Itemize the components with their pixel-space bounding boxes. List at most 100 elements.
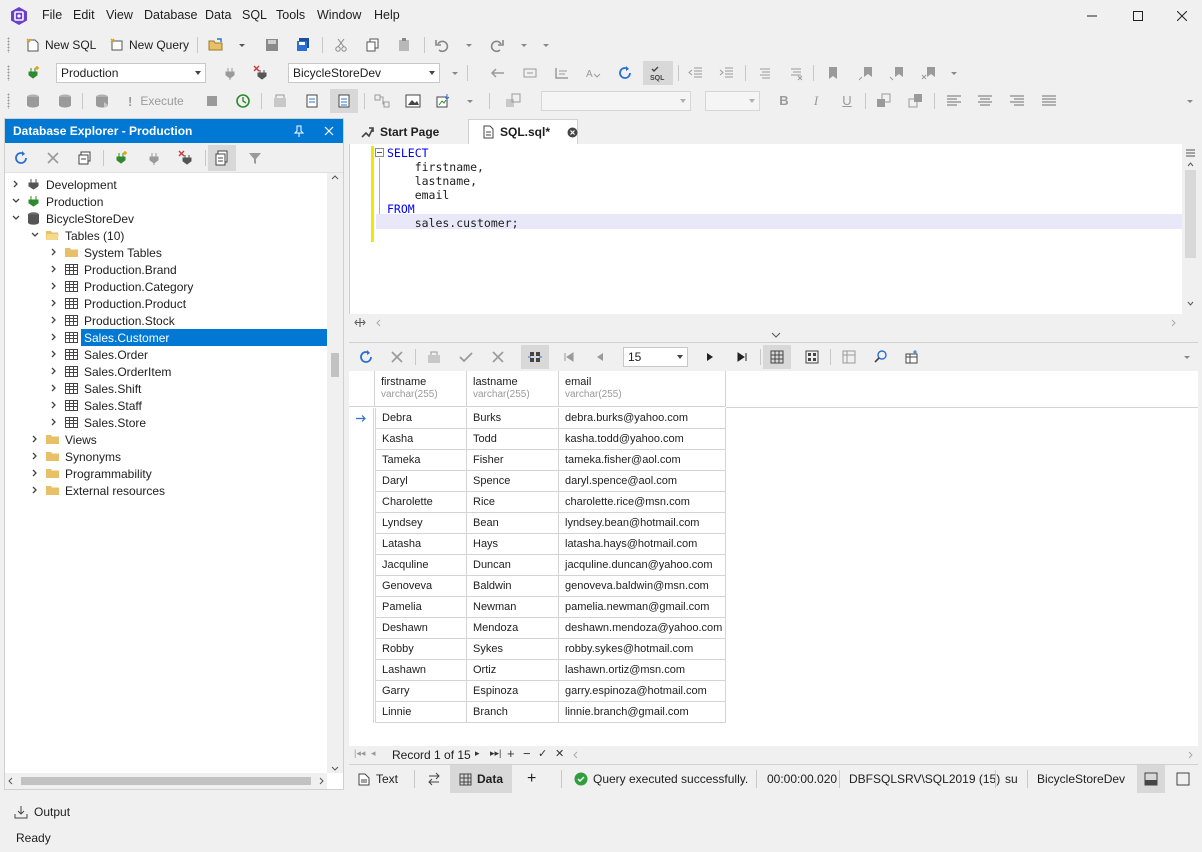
underline-icon[interactable]: U [839, 93, 855, 109]
pin-icon[interactable] [293, 125, 305, 137]
comment-icon[interactable] [757, 65, 773, 81]
grid-cell[interactable]: genoveva.baldwin@msn.com [559, 576, 726, 597]
grid-cell[interactable]: Branch [467, 702, 559, 723]
paginate-icon[interactable] [521, 345, 549, 369]
bold-icon[interactable]: B [776, 93, 792, 109]
chevron-right-icon[interactable] [50, 299, 58, 307]
add-tab-icon[interactable]: + [527, 765, 536, 793]
tab-start-page[interactable]: Start Page [348, 119, 466, 144]
chevron-right-icon[interactable] [50, 248, 58, 256]
chevron-down-icon[interactable] [12, 197, 20, 205]
connect-icon[interactable] [222, 65, 238, 81]
execution-history-icon[interactable] [235, 93, 251, 109]
grid-cell[interactable]: Burks [467, 408, 559, 429]
save-icon[interactable] [264, 37, 280, 53]
chevron-right-icon[interactable] [50, 384, 58, 392]
first-page-icon[interactable] [561, 349, 577, 365]
new-connection-icon[interactable] [25, 65, 41, 81]
refresh-data-icon[interactable] [358, 349, 374, 365]
grid-cell[interactable]: deshawn.mendoza@yahoo.com [559, 618, 726, 639]
previous-page-icon[interactable] [592, 349, 608, 365]
execute-button[interactable]: ! Execute [128, 91, 184, 111]
menu-database[interactable]: Database [144, 8, 198, 22]
tree-node[interactable]: Tables (10) [5, 227, 327, 244]
disconnect-icon[interactable] [253, 65, 269, 81]
next-bookmark-icon[interactable] [889, 65, 905, 81]
grid-cell[interactable]: jacquline.duncan@yahoo.com [559, 555, 726, 576]
toolbar-overflow-icon[interactable] [542, 37, 552, 53]
toolbar-grip[interactable] [7, 65, 10, 81]
chevron-down-icon[interactable] [12, 214, 20, 222]
stop-icon[interactable] [204, 93, 220, 109]
refresh-icon[interactable] [617, 65, 633, 81]
grid-cell[interactable]: robby.sykes@hotmail.com [559, 639, 726, 660]
toolbar-overflow-icon[interactable] [1183, 349, 1193, 365]
redo-icon[interactable] [489, 37, 505, 53]
text-view-tab[interactable]: Text [357, 765, 398, 793]
grid-cell[interactable]: Hays [467, 534, 559, 555]
row-indicator[interactable] [349, 702, 374, 723]
chevron-right-icon[interactable] [50, 401, 58, 409]
justify-icon[interactable] [1041, 93, 1057, 109]
close-window-button[interactable] [1162, 4, 1202, 28]
align-left-icon[interactable] [946, 93, 962, 109]
next-record-icon[interactable]: ▸ [475, 748, 480, 759]
maximize-button[interactable] [1118, 4, 1158, 28]
menu-file[interactable]: File [42, 8, 62, 22]
grid-cell[interactable]: lyndsey.bean@hotmail.com [559, 513, 726, 534]
bookmark-icon[interactable] [825, 65, 841, 81]
results-grid-toggle-icon[interactable] [330, 89, 358, 113]
grid-cell[interactable]: latasha.hays@hotmail.com [559, 534, 726, 555]
chevron-right-icon[interactable] [50, 282, 58, 290]
grid-cell[interactable]: Kasha [375, 429, 467, 450]
data-compare-icon[interactable] [505, 93, 521, 109]
layout-full-icon[interactable] [1174, 765, 1192, 793]
italic-icon[interactable]: I [808, 93, 824, 109]
query-profiler-icon[interactable] [304, 93, 320, 109]
grid-cell[interactable]: garry.espinoza@hotmail.com [559, 681, 726, 702]
align-right-icon[interactable] [1009, 93, 1025, 109]
grid-cell[interactable]: Mendoza [467, 618, 559, 639]
tree-node[interactable]: Sales.Shift [5, 380, 327, 397]
grid-cell[interactable]: Linnie [375, 702, 467, 723]
grid-cell[interactable]: Robby [375, 639, 467, 660]
layout-bottom-icon[interactable] [1137, 765, 1165, 793]
sql-mode-icon[interactable]: SQL [643, 61, 673, 85]
grid-cell[interactable]: charolette.rice@msn.com [559, 492, 726, 513]
menu-edit[interactable]: Edit [73, 8, 95, 22]
data-view-tab[interactable]: Data [450, 765, 512, 793]
undo-icon[interactable] [434, 37, 450, 53]
query-builder-icon[interactable] [374, 93, 390, 109]
cancel-record-icon[interactable]: ✕ [555, 747, 564, 760]
card-view-icon[interactable] [804, 349, 820, 365]
menu-data[interactable]: Data [205, 8, 231, 22]
row-indicator[interactable] [349, 681, 374, 702]
open-file-icon[interactable] [208, 37, 224, 53]
tree-node[interactable]: Development [5, 176, 327, 193]
insert-snippet-icon[interactable] [490, 65, 506, 81]
go-to-definition-icon[interactable] [522, 65, 538, 81]
chevron-right-icon[interactable] [50, 367, 58, 375]
disconnect-icon[interactable] [178, 150, 194, 166]
chevron-right-icon[interactable] [12, 180, 20, 188]
menu-sql[interactable]: SQL [242, 8, 267, 22]
grid-cell[interactable]: pamelia.newman@gmail.com [559, 597, 726, 618]
row-indicator[interactable] [349, 429, 374, 450]
execute-to-cursor-icon[interactable] [57, 93, 73, 109]
splitter-chevron-icon[interactable] [771, 332, 781, 340]
chevron-right-icon[interactable] [50, 350, 58, 358]
cut-icon[interactable] [333, 37, 349, 53]
last-record-icon[interactable]: ▸▸| [490, 748, 501, 759]
column-header-lastname[interactable]: lastname varchar(255) [467, 371, 559, 407]
align-center-icon[interactable] [977, 93, 993, 109]
tree-node[interactable]: Production [5, 193, 327, 210]
code-fold-icon[interactable] [375, 148, 384, 157]
save-all-icon[interactable] [295, 37, 311, 53]
save-record-icon[interactable]: ✓ [538, 747, 547, 760]
filter-icon[interactable] [247, 150, 263, 166]
database-select[interactable]: BicycleStoreDev [288, 63, 440, 83]
paste-icon[interactable] [396, 37, 412, 53]
menu-help[interactable]: Help [374, 8, 400, 22]
grid-cell[interactable]: Garry [375, 681, 467, 702]
toolbar-overflow-icon[interactable] [1186, 93, 1196, 109]
